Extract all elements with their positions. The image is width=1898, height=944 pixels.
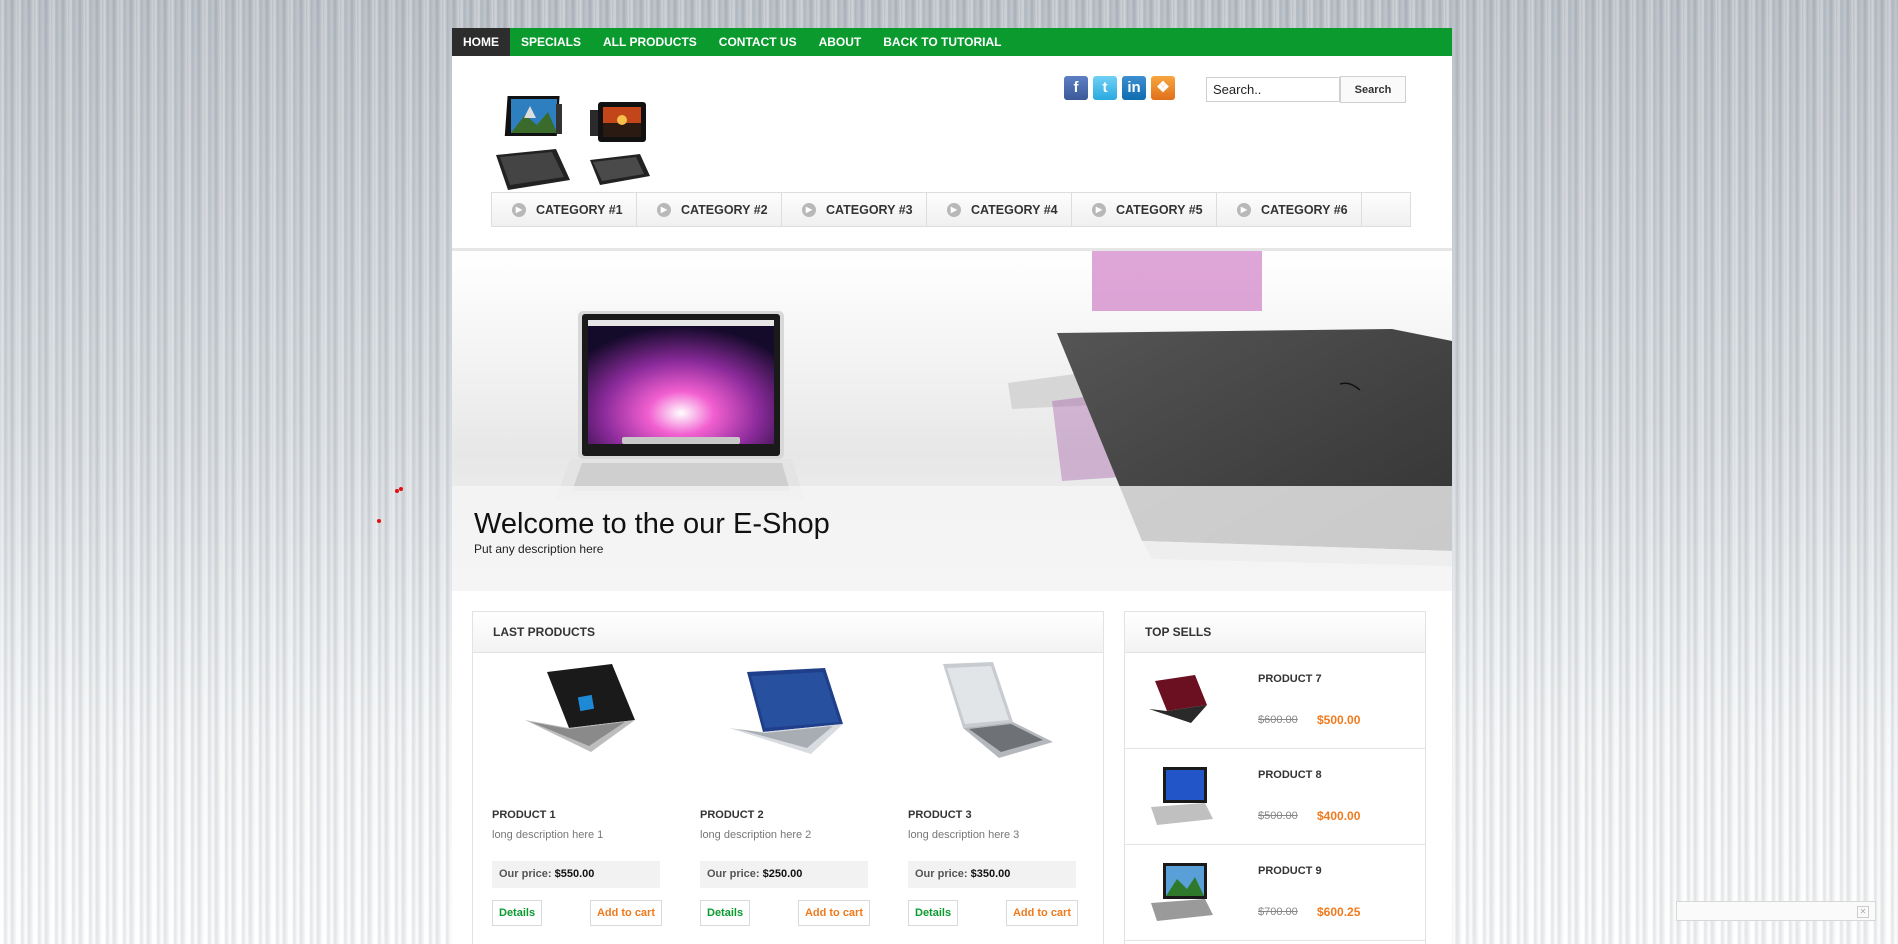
nav-back-to-tutorial[interactable]: BACK TO TUTORIAL bbox=[872, 28, 1012, 56]
top-sell-item: PRODUCT 8 $500.00 $400.00 bbox=[1125, 749, 1425, 845]
hero-title: Welcome to the our E-Shop bbox=[474, 508, 830, 540]
product-image[interactable] bbox=[933, 662, 1053, 762]
close-icon[interactable]: ✕ bbox=[1857, 906, 1869, 918]
hero-caption: Welcome to the our E-Shop Put any descri… bbox=[452, 486, 1452, 591]
add-to-cart-button[interactable]: Add to cart bbox=[1005, 900, 1078, 926]
top-sell-item: PRODUCT 9 $700.00 $600.25 bbox=[1125, 845, 1425, 941]
play-icon: ▶ bbox=[512, 202, 526, 217]
product-price: Our price: $350.00 bbox=[908, 861, 1076, 888]
page-container: HOME SPECIALS ALL PRODUCTS CONTACT US AB… bbox=[452, 28, 1452, 944]
details-button[interactable]: Details bbox=[492, 900, 543, 926]
product-description: long description here 2 bbox=[700, 829, 812, 841]
product-image[interactable] bbox=[517, 662, 637, 762]
sale-price: $400.00 bbox=[1317, 809, 1361, 823]
play-icon: ▶ bbox=[657, 202, 671, 217]
product-name[interactable]: PRODUCT 9 bbox=[1258, 865, 1322, 877]
rss-icon[interactable]: ❖ bbox=[1151, 76, 1175, 100]
play-icon: ▶ bbox=[947, 202, 961, 217]
product-description: long description here 1 bbox=[492, 829, 604, 841]
product-description: long description here 3 bbox=[908, 829, 1020, 841]
search-button[interactable]: Search bbox=[1340, 76, 1406, 103]
category-item-6[interactable]: ▶ CATEGORY #6 bbox=[1217, 193, 1362, 226]
nav-home[interactable]: HOME bbox=[452, 28, 510, 56]
search-input[interactable] bbox=[1206, 77, 1340, 102]
sale-price: $500.00 bbox=[1317, 713, 1361, 727]
top-sells-panel: TOP SELLS PRODUCT 7 $600.00 $500.00 PROD… bbox=[1124, 611, 1426, 944]
nav-specials[interactable]: SPECIALS bbox=[510, 28, 592, 56]
category-item-4[interactable]: ▶ CATEGORY #4 bbox=[927, 193, 1072, 226]
category-item-5[interactable]: ▶ CATEGORY #5 bbox=[1072, 193, 1217, 226]
site-logo[interactable] bbox=[490, 90, 652, 200]
top-sell-item: PRODUCT 7 $600.00 $500.00 bbox=[1125, 653, 1425, 749]
play-icon: ▶ bbox=[1092, 202, 1106, 217]
play-icon: ▶ bbox=[1237, 202, 1251, 217]
twitter-icon[interactable]: t bbox=[1093, 76, 1117, 100]
red-dot bbox=[399, 487, 403, 491]
last-products-panel: LAST PRODUCTS PRODUCT 1 long description… bbox=[472, 611, 1104, 944]
social-links: f t in ❖ bbox=[1064, 76, 1175, 100]
add-to-cart-button[interactable]: Add to cart bbox=[797, 900, 870, 926]
product-thumbnail[interactable] bbox=[1145, 761, 1215, 829]
corner-widget[interactable]: ✕ bbox=[1676, 901, 1876, 921]
top-navigation: HOME SPECIALS ALL PRODUCTS CONTACT US AB… bbox=[452, 28, 1452, 56]
product-name[interactable]: PRODUCT 1 bbox=[492, 809, 556, 821]
product-name[interactable]: PRODUCT 7 bbox=[1258, 673, 1322, 685]
top-sells-heading: TOP SELLS bbox=[1125, 612, 1425, 653]
hero-slider: Welcome to the our E-Shop Put any descri… bbox=[452, 251, 1452, 591]
play-icon: ▶ bbox=[802, 202, 816, 217]
add-to-cart-button[interactable]: Add to cart bbox=[589, 900, 662, 926]
nav-about[interactable]: ABOUT bbox=[808, 28, 873, 56]
red-dot bbox=[377, 519, 381, 523]
old-price: $500.00 bbox=[1258, 810, 1298, 822]
product-thumbnail[interactable] bbox=[1145, 665, 1215, 733]
nav-all-products[interactable]: ALL PRODUCTS bbox=[592, 28, 708, 56]
category-menu: ▶ CATEGORY #1 ▶ CATEGORY #2 ▶ CATEGORY #3 ▶… bbox=[491, 192, 1411, 227]
search-form: Search bbox=[1206, 76, 1406, 103]
product-price: Our price: $550.00 bbox=[492, 861, 660, 888]
category-item-2[interactable]: ▶ CATEGORY #2 bbox=[637, 193, 782, 226]
last-products-heading: LAST PRODUCTS bbox=[473, 612, 1103, 653]
product-name[interactable]: PRODUCT 3 bbox=[908, 809, 972, 821]
product-name[interactable]: PRODUCT 2 bbox=[700, 809, 764, 821]
details-button[interactable]: Details bbox=[700, 900, 751, 926]
facebook-icon[interactable]: f bbox=[1064, 76, 1088, 100]
nav-contact-us[interactable]: CONTACT US bbox=[708, 28, 808, 56]
category-item-1[interactable]: ▶ CATEGORY #1 bbox=[492, 193, 637, 226]
old-price: $600.00 bbox=[1258, 714, 1298, 726]
details-button[interactable]: Details bbox=[908, 900, 959, 926]
hero-description: Put any description here bbox=[474, 542, 604, 556]
linkedin-icon[interactable]: in bbox=[1122, 76, 1146, 100]
old-price: $700.00 bbox=[1258, 906, 1298, 918]
product-thumbnail[interactable] bbox=[1145, 857, 1215, 925]
product-image[interactable] bbox=[725, 662, 845, 762]
product-name[interactable]: PRODUCT 8 bbox=[1258, 769, 1322, 781]
category-item-3[interactable]: ▶ CATEGORY #3 bbox=[782, 193, 927, 226]
sale-price: $600.25 bbox=[1317, 905, 1361, 919]
product-price: Our price: $250.00 bbox=[700, 861, 868, 888]
